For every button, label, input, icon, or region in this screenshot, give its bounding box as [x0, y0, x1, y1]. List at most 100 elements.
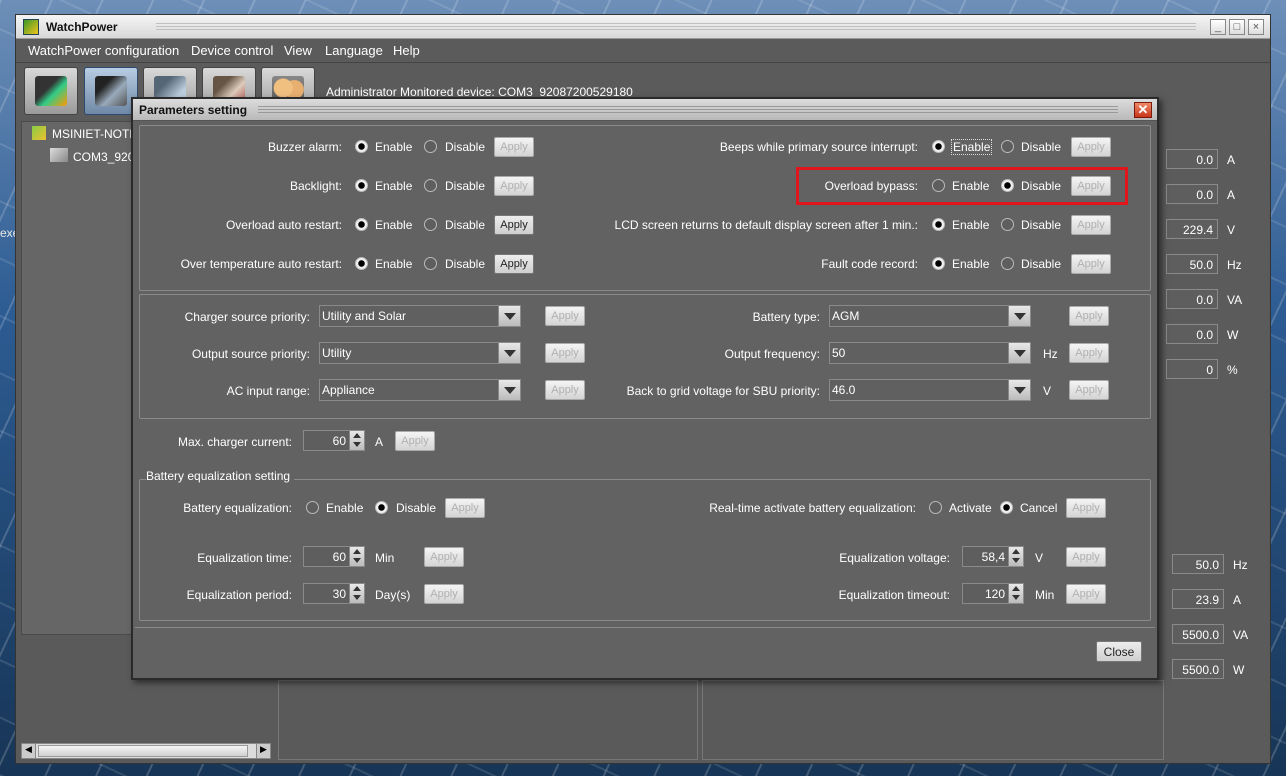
- stepper-arrows-icon[interactable]: [349, 431, 364, 450]
- buzzer-alarm-label: Buzzer alarm:: [267, 140, 342, 154]
- realtime-activate-radio[interactable]: [929, 501, 942, 514]
- battery-eq-disable-radio[interactable]: [375, 501, 388, 514]
- backlight-label: Backlight:: [289, 179, 342, 193]
- scroll-left-icon[interactable]: ◀: [22, 744, 36, 758]
- realtime-eq-apply-button[interactable]: Apply: [1066, 498, 1106, 518]
- dialog-close-icon[interactable]: ✕: [1134, 102, 1152, 118]
- charger-source-value: Utility and Solar: [322, 309, 407, 323]
- fault-code-enable-radio[interactable]: [932, 257, 945, 270]
- battery-type-label: Battery type:: [752, 310, 820, 324]
- battery-type-select[interactable]: AGM: [829, 305, 1031, 327]
- equalization-period-label: Equalization period:: [186, 588, 292, 602]
- disable-label: Disable: [1021, 257, 1062, 271]
- stepper-arrows-icon[interactable]: [349, 584, 364, 603]
- over-temp-enable-radio[interactable]: [355, 257, 368, 270]
- over-temp-apply-button[interactable]: Apply: [494, 254, 534, 274]
- enable-label: Enable: [375, 140, 413, 154]
- stepper-arrows-icon[interactable]: [349, 547, 364, 566]
- dialog-title-bar[interactable]: Parameters setting ✕: [133, 99, 1157, 121]
- backlight-disable-radio[interactable]: [424, 179, 437, 192]
- chevron-down-icon: [1008, 343, 1030, 363]
- output-source-priority-select[interactable]: Utility: [319, 342, 521, 364]
- beeps-disable-radio[interactable]: [1001, 140, 1014, 153]
- tree-root-item[interactable]: MSINIET-NOTE: [52, 127, 137, 141]
- menu-device-control[interactable]: Device control: [191, 43, 273, 58]
- equalization-period-apply-button[interactable]: Apply: [424, 584, 464, 604]
- equalization-period-unit: Day(s): [375, 588, 411, 602]
- ac-input-apply-button[interactable]: Apply: [545, 380, 585, 400]
- charger-source-apply-button[interactable]: Apply: [545, 306, 585, 326]
- menu-watchpower-configuration[interactable]: WatchPower configuration: [28, 43, 179, 58]
- menu-language[interactable]: Language: [325, 43, 383, 58]
- scroll-thumb[interactable]: [38, 745, 248, 757]
- output-frequency-value: 50: [832, 346, 846, 360]
- equalization-timeout-stepper[interactable]: 120: [962, 583, 1024, 604]
- battery-type-apply-button[interactable]: Apply: [1069, 306, 1109, 326]
- equalization-timeout-apply-button[interactable]: Apply: [1066, 584, 1106, 604]
- disable-label: Disable: [1021, 140, 1062, 154]
- lcd-return-apply-button[interactable]: Apply: [1071, 215, 1111, 235]
- settings-toolbar-button[interactable]: [84, 67, 138, 115]
- stepper-arrows-icon[interactable]: [1008, 547, 1023, 566]
- equalization-time-apply-button[interactable]: Apply: [424, 547, 464, 567]
- maximize-button[interactable]: □: [1229, 19, 1245, 35]
- backlight-enable-radio[interactable]: [355, 179, 368, 192]
- chevron-down-icon: [1008, 306, 1030, 326]
- beeps-apply-button[interactable]: Apply: [1071, 137, 1111, 157]
- equalization-voltage-apply-button[interactable]: Apply: [1066, 547, 1106, 567]
- buzzer-apply-button[interactable]: Apply: [494, 137, 534, 157]
- readout-value: 229.4: [1166, 219, 1218, 239]
- equalization-period-value: 30: [332, 587, 346, 601]
- equalization-time-stepper[interactable]: 60: [303, 546, 365, 567]
- output-source-value: Utility: [322, 346, 352, 360]
- lcd-return-disable-radio[interactable]: [1001, 218, 1014, 231]
- overload-restart-apply-button[interactable]: Apply: [494, 215, 534, 235]
- realtime-equalization-label: Real-time activate battery equalization:: [709, 501, 916, 515]
- beeps-enable-radio[interactable]: [932, 140, 945, 153]
- bottom-panel-left: [278, 680, 698, 760]
- output-source-apply-button[interactable]: Apply: [545, 343, 585, 363]
- fault-code-disable-radio[interactable]: [1001, 257, 1014, 270]
- menu-help[interactable]: Help: [393, 43, 420, 58]
- equalization-voltage-label: Equalization voltage:: [839, 551, 950, 565]
- battery-eq-apply-button[interactable]: Apply: [445, 498, 485, 518]
- overload-restart-disable-radio[interactable]: [424, 218, 437, 231]
- menu-view[interactable]: View: [284, 43, 312, 58]
- overload-restart-enable-radio[interactable]: [355, 218, 368, 231]
- tree-device-item[interactable]: COM3_920: [73, 150, 134, 164]
- disable-label: Disable: [445, 218, 486, 232]
- charger-source-priority-select[interactable]: Utility and Solar: [319, 305, 521, 327]
- equalization-timeout-value: 120: [984, 587, 1005, 601]
- stepper-arrows-icon[interactable]: [1008, 584, 1023, 603]
- output-frequency-apply-button[interactable]: Apply: [1069, 343, 1109, 363]
- output-frequency-select[interactable]: 50: [829, 342, 1031, 364]
- back-to-grid-apply-button[interactable]: Apply: [1069, 380, 1109, 400]
- tree-horizontal-scrollbar[interactable]: ◀ ▶: [21, 743, 271, 759]
- minimize-button[interactable]: _: [1210, 19, 1226, 35]
- realtime-cancel-radio[interactable]: [1000, 501, 1013, 514]
- buzzer-disable-radio[interactable]: [424, 140, 437, 153]
- battery-eq-enable-radio[interactable]: [306, 501, 319, 514]
- max-charger-apply-button[interactable]: Apply: [395, 431, 435, 451]
- title-bar[interactable]: WatchPower _ □ ×: [16, 15, 1270, 39]
- window-title: WatchPower: [46, 20, 118, 34]
- equalization-period-stepper[interactable]: 30: [303, 583, 365, 604]
- max-charger-current-stepper[interactable]: 60: [303, 430, 365, 451]
- enable-label: Enable: [375, 257, 413, 271]
- back-to-grid-voltage-select[interactable]: 46.0: [829, 379, 1031, 401]
- over-temp-disable-radio[interactable]: [424, 257, 437, 270]
- lcd-return-enable-radio[interactable]: [932, 218, 945, 231]
- cancel-label: Cancel: [1020, 501, 1058, 515]
- close-button[interactable]: Close: [1096, 641, 1142, 662]
- readout-value: 0.0: [1166, 324, 1218, 344]
- fault-code-apply-button[interactable]: Apply: [1071, 254, 1111, 274]
- app-icon: [23, 19, 39, 35]
- window-close-button[interactable]: ×: [1248, 19, 1264, 35]
- ac-input-range-select[interactable]: Appliance: [319, 379, 521, 401]
- scroll-right-icon[interactable]: ▶: [256, 744, 270, 758]
- equalization-voltage-stepper[interactable]: 58,4: [962, 546, 1024, 567]
- back-to-grid-value: 46.0: [832, 383, 856, 397]
- monitor-toolbar-button[interactable]: [24, 67, 78, 115]
- backlight-apply-button[interactable]: Apply: [494, 176, 534, 196]
- buzzer-enable-radio[interactable]: [355, 140, 368, 153]
